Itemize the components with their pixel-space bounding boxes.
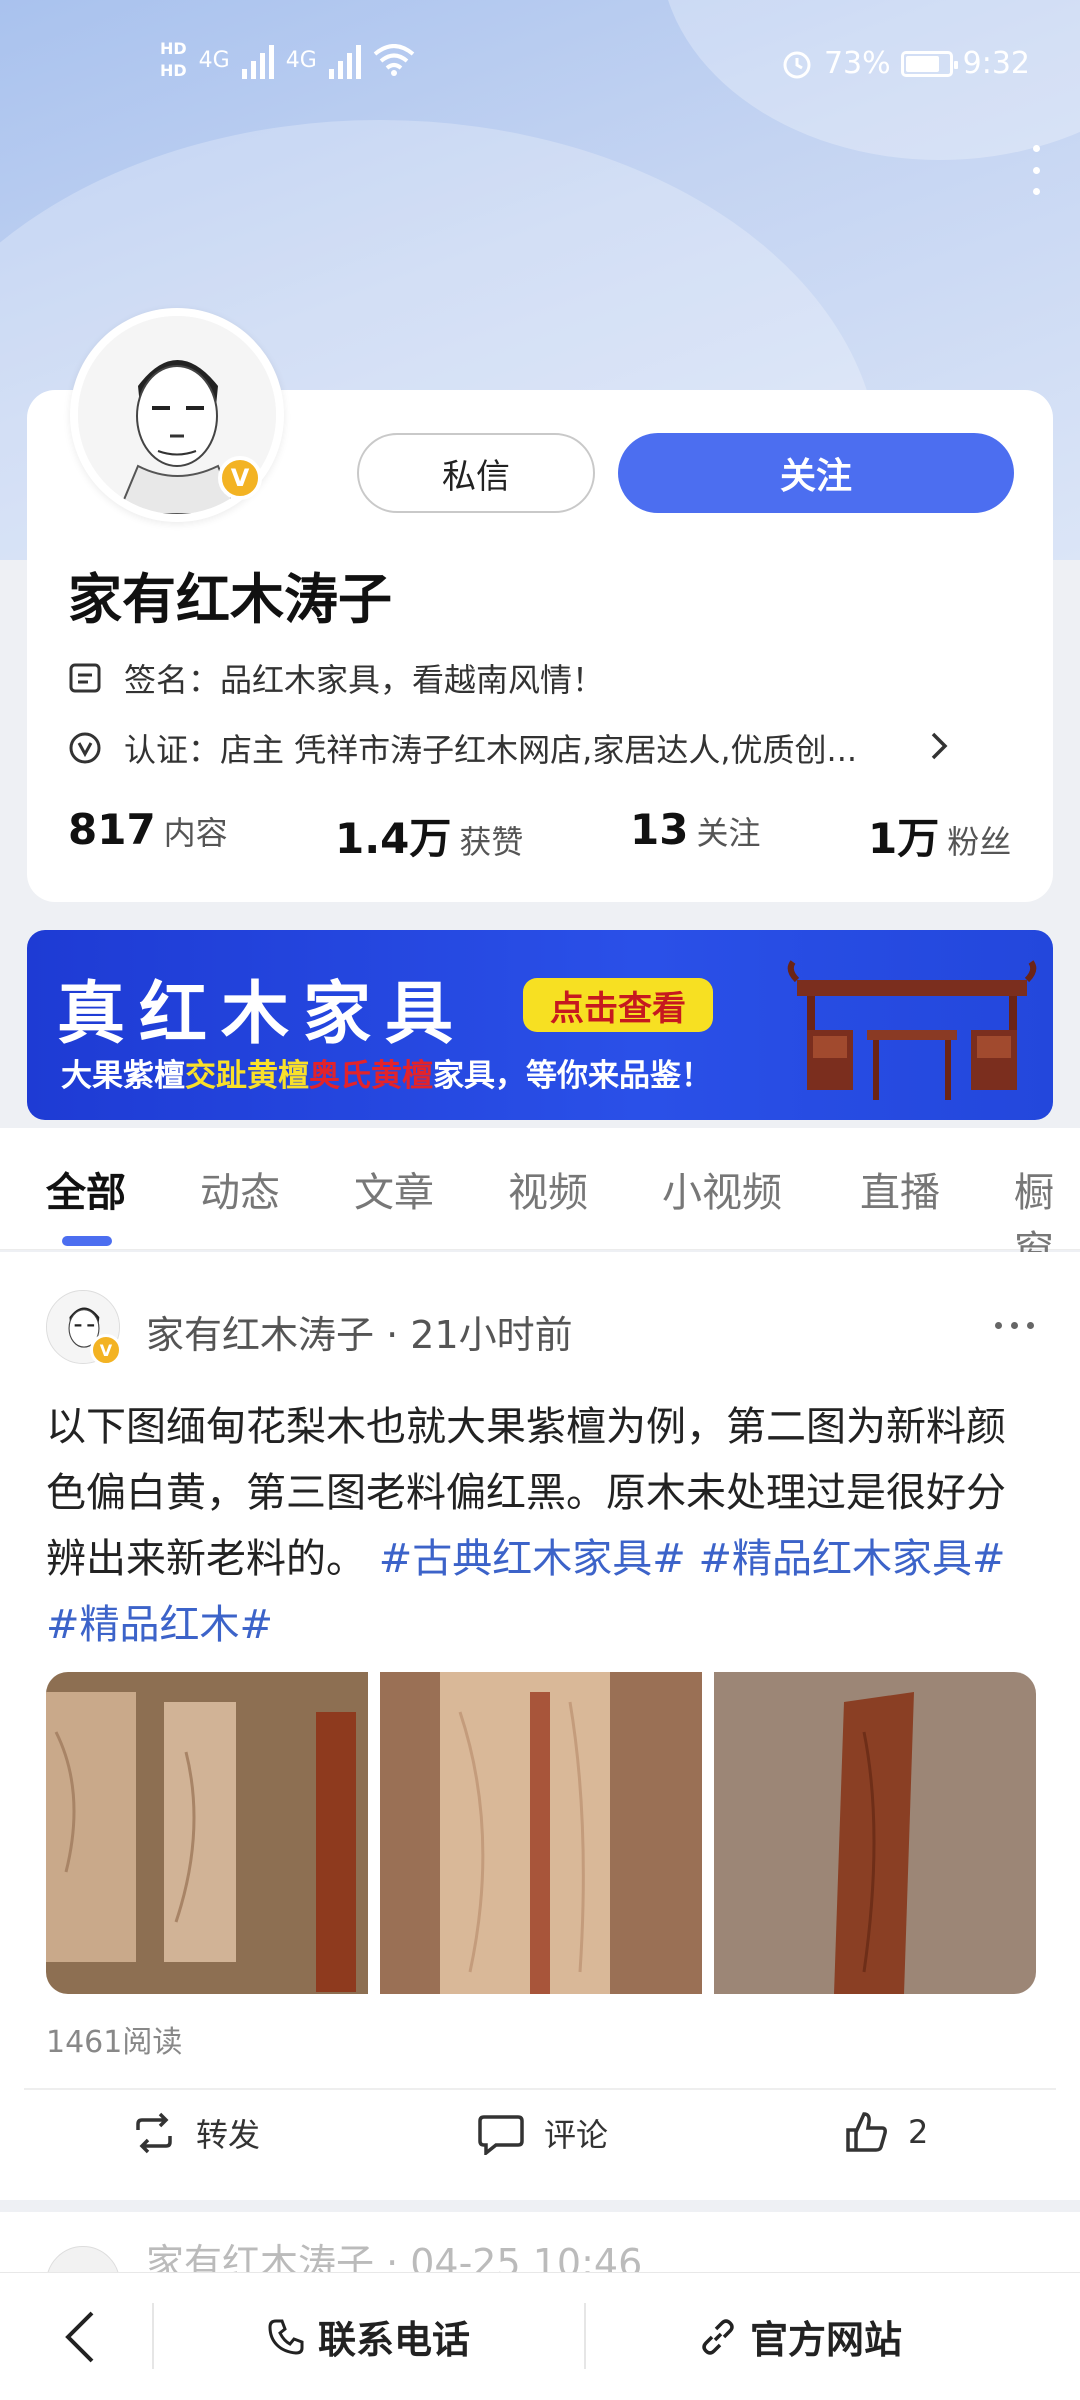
- hd-indicator: HD HD: [160, 39, 187, 80]
- promo-banner[interactable]: 真红木家具 点击查看 大果紫檀交趾黄檀奥氏黄檀家具，等你来品鉴！: [27, 930, 1053, 1120]
- hashtag-link[interactable]: #精品红木家具#: [698, 1536, 1005, 1582]
- share-button[interactable]: 转发: [132, 2110, 260, 2156]
- status-right: 73% 9:32: [780, 46, 1030, 81]
- network-label-1: 4G: [198, 47, 230, 73]
- phone-icon: [268, 2319, 304, 2355]
- post-meta: 家有红木涛子 · 21小时前: [146, 1304, 573, 1359]
- banner-subtitle: 大果紫檀交趾黄檀奥氏黄檀家具，等你来品鉴！: [61, 1058, 712, 1094]
- tab-live[interactable]: 直播: [860, 1160, 940, 1218]
- tab-all[interactable]: 全部: [46, 1160, 126, 1218]
- signal-icon-2: [328, 41, 361, 79]
- contact-phone-button[interactable]: 联系电话: [266, 2309, 470, 2364]
- back-arrow-icon[interactable]: [60, 2307, 100, 2367]
- certification-icon: [69, 732, 101, 764]
- divider: [24, 2088, 1056, 2090]
- furniture-image: [787, 960, 1037, 1100]
- like-button[interactable]: 2: [844, 2110, 928, 2154]
- verified-badge: V: [218, 456, 262, 500]
- post-card[interactable]: V 家有红木涛子 · 21小时前 以下图缅甸花梨木也就大果紫檀为例，第二图为新料…: [0, 1252, 1080, 2200]
- post-image-2[interactable]: [380, 1672, 702, 1994]
- signature-text: 签名：品红木家具，看越南风情！: [124, 661, 605, 699]
- profile-name: 家有红木涛子: [68, 568, 392, 631]
- battery-percent: 73%: [823, 46, 891, 81]
- hashtag-link[interactable]: #精品红木#: [46, 1602, 273, 1648]
- battery-icon: [900, 50, 958, 77]
- alarm-icon: [783, 51, 811, 78]
- post-card-2[interactable]: 家有红木涛子 · 04-25 10:46: [0, 2212, 1080, 2272]
- share-icon: [136, 2112, 172, 2154]
- thumbs-up-icon: [846, 2112, 887, 2152]
- post2-meta: 家有红木涛子 · 04-25 10:46: [146, 2241, 643, 2272]
- bottom-action-bar: 联系电话 官方网站: [0, 2272, 1080, 2400]
- certification-row[interactable]: 认证：店主 凭祥市涛子红木网店,家居达人,优质创...: [68, 725, 857, 771]
- content-tabs: 全部 动态 文章 视频 小视频 直播 橱窗: [0, 1128, 1080, 1274]
- tab-short-videos[interactable]: 小视频: [662, 1160, 782, 1218]
- certification-text: 认证：店主 凭祥市涛子红木网店,家居达人,优质创...: [124, 731, 858, 769]
- tab-updates[interactable]: 动态: [200, 1160, 280, 1218]
- banner-title: 真红木家具: [57, 974, 468, 1054]
- profile-avatar[interactable]: V: [70, 308, 284, 522]
- post-verified-badge: V: [90, 1334, 122, 1366]
- stat-content[interactable]: 817 内容: [68, 805, 228, 854]
- post-read-count: 1461阅读: [46, 2025, 183, 2060]
- tab-articles[interactable]: 文章: [354, 1160, 434, 1218]
- more-options-icon[interactable]: [1028, 145, 1044, 195]
- hashtag-link[interactable]: #古典红木家具#: [379, 1536, 686, 1582]
- network-label-2: 4G: [285, 47, 317, 73]
- post-text[interactable]: 以下图缅甸花梨木也就大果紫檀为例，第二图为新料颜色偏白黄，第三图老料偏红黑。原木…: [46, 1394, 1036, 1658]
- status-bar: HD HD 4G 4G 73% 9:32: [0, 30, 1080, 110]
- post-image-3[interactable]: [714, 1672, 1036, 1994]
- stat-likes[interactable]: 1.4万 获赞: [335, 805, 523, 866]
- stat-fans[interactable]: 1万 粉丝: [868, 805, 1011, 866]
- status-left: HD HD 4G 4G: [160, 38, 415, 82]
- comment-button[interactable]: 评论: [478, 2110, 608, 2156]
- tab-videos[interactable]: 视频: [508, 1160, 588, 1218]
- comment-icon: [478, 2115, 524, 2155]
- post-time: · 21小时前: [386, 1313, 573, 1357]
- divider: [152, 2303, 154, 2369]
- post-author[interactable]: 家有红木涛子: [146, 1313, 374, 1357]
- message-button[interactable]: 私信: [357, 433, 595, 513]
- official-website-button[interactable]: 官方网站: [698, 2309, 902, 2364]
- follow-button[interactable]: 关注: [618, 433, 1014, 513]
- signature-icon: [69, 663, 101, 693]
- divider: [584, 2303, 586, 2369]
- post-images: [46, 1672, 1036, 1994]
- profile-stats: 817 内容 1.4万 获赞 13 关注 1万 粉丝: [68, 805, 1012, 865]
- chevron-right-icon[interactable]: [925, 728, 953, 764]
- link-icon: [702, 2318, 734, 2355]
- active-tab-indicator: [62, 1236, 112, 1246]
- post-more-icon[interactable]: [995, 1322, 1034, 1329]
- stat-following[interactable]: 13 关注: [630, 805, 760, 854]
- wifi-icon: [373, 44, 415, 76]
- signature-row: 签名：品红木家具，看越南风情！: [68, 655, 604, 701]
- banner-view-button[interactable]: 点击查看: [523, 978, 713, 1032]
- post2-author-avatar[interactable]: [46, 2246, 120, 2272]
- post-image-1[interactable]: [46, 1672, 368, 1994]
- signal-icon: [241, 41, 274, 79]
- clock: 9:32: [962, 46, 1030, 81]
